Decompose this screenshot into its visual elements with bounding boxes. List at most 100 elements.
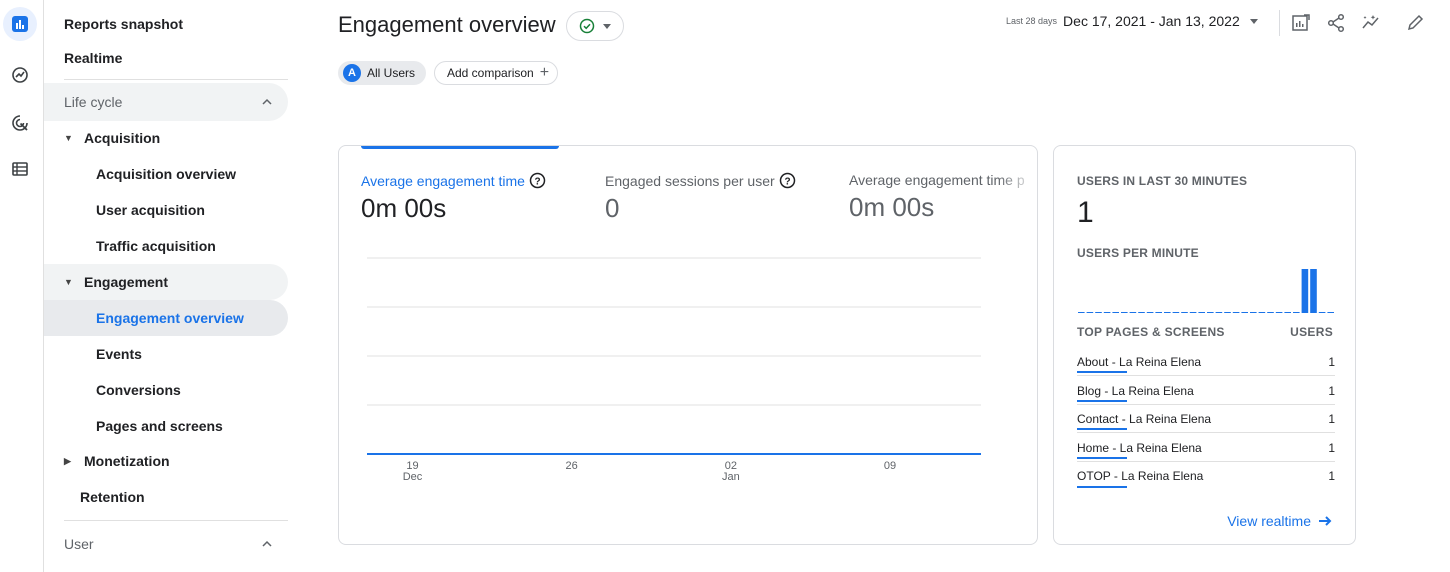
help-icon[interactable]: ? (779, 172, 796, 189)
metric-label: Average engagement time (361, 172, 525, 189)
minute-bar (1284, 312, 1291, 313)
metric-tab-average-engagement-time[interactable]: Average engagement time ? 0m 00s (361, 172, 591, 224)
caret-down-icon: ▼ (64, 133, 73, 143)
x-tick-day: 09 (884, 460, 896, 472)
nav-label: Monetization (84, 453, 170, 469)
table-row[interactable]: Blog - La Reina Elena 1 (1077, 377, 1335, 405)
nav-label: Pages and screens (96, 418, 223, 434)
users-column-header: USERS (1290, 325, 1333, 339)
explore-nav-button[interactable] (3, 58, 37, 92)
data-quality-status-button[interactable] (566, 11, 624, 41)
avatar: A (343, 64, 361, 82)
nav-section-user[interactable]: User (44, 525, 288, 563)
nav-label: Engagement overview (96, 310, 244, 326)
realtime-user-count: 1 (1077, 196, 1094, 229)
check-circle-icon (579, 18, 595, 34)
target-click-icon (12, 115, 28, 131)
nav-pages-and-screens[interactable]: Pages and screens (44, 408, 288, 444)
toolbar-divider (1279, 10, 1280, 36)
minute-bar (1275, 312, 1283, 313)
nav-acquisition-overview[interactable]: Acquisition overview (44, 156, 288, 192)
configure-nav-button[interactable] (3, 152, 37, 186)
metric-overflow-fade (997, 172, 1037, 196)
nav-retention[interactable]: Retention (44, 479, 288, 515)
active-tab-indicator (361, 146, 559, 149)
minute-bar (1112, 312, 1119, 313)
nav-label: Acquisition overview (96, 166, 237, 182)
row-bar (1077, 428, 1127, 430)
realtime-card: USERS IN LAST 30 MINUTES 1 USERS PER MIN… (1053, 145, 1356, 545)
nav-engagement-overview[interactable]: Engagement overview (44, 300, 288, 336)
date-range-value: Dec 17, 2021 - Jan 13, 2022 (1063, 13, 1240, 29)
svg-text:?: ? (534, 177, 540, 188)
page-users: 1 (1328, 469, 1335, 483)
page-name: Blog - La Reina Elena (1077, 384, 1194, 398)
edit-button[interactable] (1402, 10, 1428, 36)
row-bar (1077, 371, 1127, 373)
reports-nav-button[interactable] (3, 7, 37, 41)
share-icon (1327, 13, 1345, 33)
nav-label: Reports snapshot (64, 16, 184, 32)
nav-section-lifecycle[interactable]: Life cycle (44, 83, 288, 121)
insights-button[interactable] (1358, 10, 1384, 36)
minute-bar (1215, 312, 1223, 313)
table-row[interactable]: Home - La Reina Elena 1 (1077, 434, 1335, 462)
minute-bar (1155, 312, 1162, 313)
nav-label: Conversions (96, 382, 181, 398)
nav-traffic-acquisition[interactable]: Traffic acquisition (44, 228, 288, 264)
engagement-chart-card: Average engagement time ? 0m 00s Engaged… (338, 145, 1038, 545)
caret-down-icon (1249, 18, 1258, 24)
nav-engagement[interactable]: ▼ Engagement (44, 264, 288, 300)
date-range-picker[interactable]: Last 28 days Dec 17, 2021 - Jan 13, 2022 (1006, 13, 1258, 29)
add-comparison-button[interactable]: Add comparison + (434, 61, 559, 85)
section-label: User (64, 536, 94, 552)
chevron-up-icon (262, 98, 272, 105)
minute-bar (1198, 312, 1205, 313)
nav-user-acquisition[interactable]: User acquisition (44, 192, 288, 228)
customize-report-icon (1292, 14, 1310, 31)
nav-monetization[interactable]: ▶ Monetization (44, 443, 288, 479)
date-range-hint: Last 28 days (1006, 16, 1058, 26)
customize-report-button[interactable] (1288, 10, 1314, 36)
nav-label: Realtime (64, 50, 123, 66)
nav-reports-snapshot[interactable]: Reports snapshot (44, 6, 288, 42)
top-pages-header: TOP PAGES & SCREENS (1077, 325, 1225, 339)
nav-events[interactable]: Events (44, 336, 288, 372)
sidebar-nav: Reports snapshot Realtime Life cycle ▼ A… (44, 0, 294, 572)
minute-bar (1267, 312, 1274, 313)
metric-label-row: Engaged sessions per user ? (605, 172, 835, 189)
page-users: 1 (1328, 441, 1335, 455)
minute-bar (1301, 269, 1309, 313)
icon-rail (0, 0, 44, 572)
users-per-minute-chart (1078, 269, 1334, 313)
svg-text:?: ? (784, 177, 790, 188)
nav-conversions[interactable]: Conversions (44, 372, 288, 408)
table-row[interactable]: OTOP - La Reina Elena 1 (1077, 462, 1335, 490)
minute-bar (1258, 312, 1266, 313)
nav-label: Traffic acquisition (96, 238, 216, 254)
minute-bar (1086, 312, 1094, 313)
list-icon (12, 162, 28, 176)
minute-bar (1241, 312, 1248, 313)
minute-bar (1250, 312, 1257, 313)
link-label: View realtime (1227, 513, 1311, 529)
metric-label: Engaged sessions per user (605, 172, 775, 189)
all-users-chip[interactable]: A All Users (338, 61, 427, 85)
minute-bar (1181, 312, 1188, 313)
page-users: 1 (1328, 355, 1335, 369)
share-button[interactable] (1323, 10, 1349, 36)
minute-bar (1224, 312, 1231, 313)
metric-tab-engaged-sessions-per-user[interactable]: Engaged sessions per user ? 0 (605, 172, 835, 224)
nav-realtime[interactable]: Realtime (44, 40, 288, 76)
advertising-nav-button[interactable] (3, 106, 37, 140)
table-row[interactable]: About - La Reina Elena 1 (1077, 348, 1335, 376)
view-realtime-link[interactable]: View realtime (1227, 513, 1333, 529)
minute-bar (1232, 312, 1240, 313)
help-icon[interactable]: ? (529, 172, 546, 189)
minute-bar (1146, 312, 1154, 313)
arrow-right-icon (1319, 516, 1332, 526)
table-row[interactable]: Contact - La Reina Elena 1 (1077, 405, 1335, 433)
nav-acquisition[interactable]: ▼ Acquisition (44, 120, 288, 156)
page-name: Contact - La Reina Elena (1077, 412, 1212, 426)
x-tick-day: 26 (566, 460, 578, 472)
